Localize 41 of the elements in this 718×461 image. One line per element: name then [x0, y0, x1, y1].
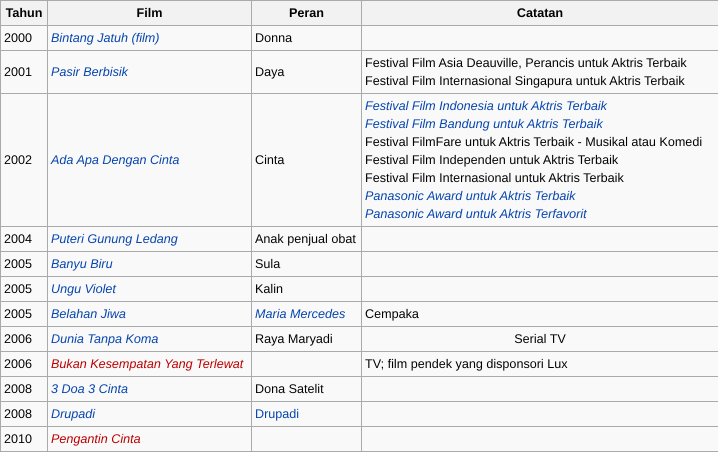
film-link[interactable]: Ada Apa Dengan Cinta [51, 153, 180, 167]
cell-text: Festival Film Asia Deauville, Perancis untuk Aktris Terbaik [365, 56, 687, 70]
cell-text: TV; film pendek yang disponsori Lux [365, 357, 568, 371]
cell-text: Donna [255, 31, 292, 45]
cell-text: Festival Film Internasional Singapura untuk Aktris Terbaik [365, 74, 685, 88]
film-link[interactable]: Ungu Violet [51, 282, 116, 296]
year-text: 2004 [4, 232, 32, 246]
year-text: 2000 [4, 31, 32, 45]
year-text: 2010 [4, 432, 32, 446]
year-text: 2005 [4, 257, 32, 271]
column-header: Tahun [6, 6, 42, 20]
film-link[interactable]: Drupadi [51, 407, 96, 421]
film-link[interactable]: Pasir Berbisik [51, 65, 128, 79]
cell-text: Festival Film Independen untuk Aktris Terbaik [365, 153, 618, 167]
column-header: Catatan [516, 6, 564, 20]
cell-text: Serial TV [513, 331, 567, 348]
year-text: 2001 [4, 65, 32, 79]
film-link[interactable]: Festival Film Indonesia untuk Aktris Terbaik [365, 99, 607, 113]
year-text: 2008 [4, 382, 32, 396]
cell-text: Sula [255, 257, 280, 271]
film-link[interactable]: Banyu Biru [51, 257, 113, 271]
cell-text: Festival FilmFare untuk Aktris Terbaik - Musikal atau Komedi [365, 135, 702, 149]
year-text: 2005 [4, 282, 32, 296]
cell-text: Dona Satelit [255, 382, 324, 396]
film-link[interactable]: Panasonic Award untuk Aktris Terbaik [365, 189, 576, 203]
cell-text: Raya Maryadi [255, 332, 333, 346]
cell-text: Festival Film Internasional untuk Aktris Terbaik [365, 171, 624, 185]
year-text: 2008 [4, 407, 32, 421]
column-header: Peran [288, 6, 324, 20]
cell-text: Anak penjual obat [255, 232, 356, 246]
cell-text: Cinta [255, 153, 284, 167]
year-text: 2006 [4, 357, 32, 371]
year-text: 2005 [4, 307, 32, 321]
cell-text: Kalin [255, 282, 284, 296]
column-header: Film [136, 6, 162, 20]
year-text: 2002 [4, 153, 32, 167]
year-text: 2006 [4, 332, 32, 346]
film-link[interactable]: Panasonic Award untuk Aktris Terfavorit [365, 207, 587, 221]
cell-text: Cempaka [365, 307, 419, 321]
film-link[interactable]: Festival Film Bandung untuk Aktris Terbaik [365, 117, 603, 131]
cell-text: Daya [255, 65, 284, 79]
